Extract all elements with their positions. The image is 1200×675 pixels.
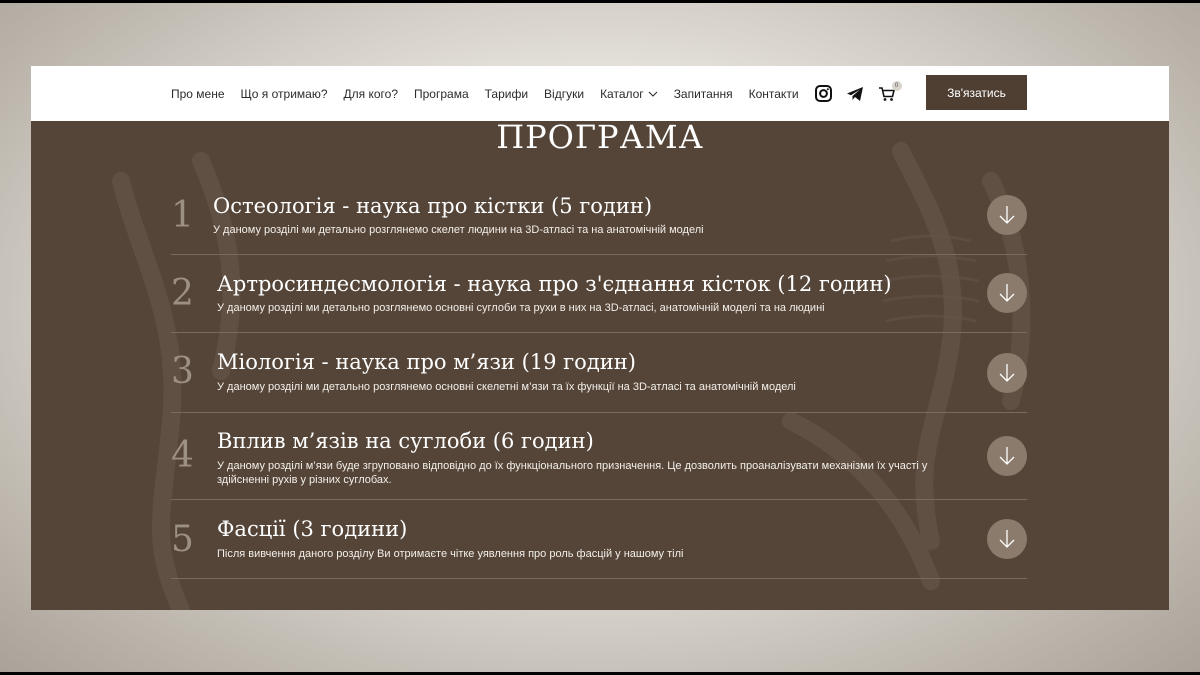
nav-item-pricing[interactable]: Тарифи xyxy=(485,87,528,101)
website-frame: Про мене Що я отримаю? Для кого? Програм… xyxy=(31,66,1169,610)
program-item[interactable]: 1 Остеологія - наука про кістки (5 годин… xyxy=(171,186,1027,255)
program-item-number: 2 xyxy=(171,273,194,314)
program-list: 1 Остеологія - наука про кістки (5 годин… xyxy=(171,186,1027,579)
site-header: Про мене Що я отримаю? Для кого? Програм… xyxy=(31,66,1169,121)
main-nav: Про мене Що я отримаю? Для кого? Програм… xyxy=(171,66,909,121)
program-item[interactable]: 3 Міологія - наука про м’язи (19 годин) … xyxy=(171,333,1027,413)
telegram-icon xyxy=(846,86,863,101)
program-item-description: У даному розділі ми детально розглянемо … xyxy=(217,381,796,393)
nav-item-catalog[interactable]: Каталог xyxy=(600,87,658,101)
program-item-number: 4 xyxy=(171,435,194,476)
nav-item-program[interactable]: Програма xyxy=(414,87,469,101)
program-item-title: Остеологія - наука про кістки (5 годин) xyxy=(213,194,653,218)
program-item-title: Фасції (3 години) xyxy=(217,517,408,541)
nav-item-benefits[interactable]: Що я отримаю? xyxy=(241,87,328,101)
program-item-description: У даному розділі ми детально розглянемо … xyxy=(217,302,825,314)
nav-item-reviews[interactable]: Відгуки xyxy=(544,87,584,101)
contact-button[interactable]: Зв'язатись xyxy=(926,75,1027,110)
program-item-number: 1 xyxy=(171,195,194,236)
nav-item-audience[interactable]: Для кого? xyxy=(344,87,398,101)
nav-item-faq[interactable]: Запитання xyxy=(674,87,733,101)
expand-toggle-button[interactable] xyxy=(987,519,1027,559)
program-item[interactable]: 5 Фасції (3 години) Після вивчення даног… xyxy=(171,500,1027,579)
program-item-description: У даному розділі м’язи буде згруповано в… xyxy=(217,460,928,487)
expand-toggle-button[interactable] xyxy=(987,436,1027,476)
instagram-icon xyxy=(814,85,832,102)
arrow-down-icon xyxy=(999,284,1015,302)
arrow-down-icon xyxy=(999,364,1015,382)
program-item[interactable]: 4 Вплив м’язів на суглоби (6 годин) У да… xyxy=(171,413,1027,500)
expand-toggle-button[interactable] xyxy=(987,273,1027,313)
arrow-down-icon xyxy=(999,447,1015,465)
program-item-title: Артросиндесмологія - наука про з'єднання… xyxy=(217,272,892,296)
nav-item-about[interactable]: Про мене xyxy=(171,87,225,101)
instagram-link[interactable] xyxy=(814,85,832,102)
expand-toggle-button[interactable] xyxy=(987,195,1027,235)
program-item-number: 5 xyxy=(171,519,194,560)
nav-item-catalog-label: Каталог xyxy=(600,86,644,101)
telegram-link[interactable] xyxy=(846,86,864,102)
program-item-number: 3 xyxy=(171,351,194,392)
expand-toggle-button[interactable] xyxy=(987,353,1027,393)
arrow-down-icon xyxy=(999,530,1015,548)
chevron-down-icon xyxy=(648,91,658,97)
program-item-title: Вплив м’язів на суглоби (6 годин) xyxy=(217,429,594,453)
cart-count-badge: 0 xyxy=(891,80,902,91)
program-item-description: У даному розділі ми детально розглянемо … xyxy=(213,224,704,236)
arrow-down-icon xyxy=(999,206,1015,224)
section-title: ПРОГРАМА xyxy=(496,118,704,156)
program-item-description: Після вивчення даного розділу Ви отримає… xyxy=(217,548,684,560)
program-item-title: Міологія - наука про м’язи (19 годин) xyxy=(217,350,636,374)
program-item[interactable]: 2 Артросиндесмологія - наука про з'єднан… xyxy=(171,255,1027,333)
cart-button[interactable]: 0 xyxy=(878,80,902,102)
nav-item-contacts[interactable]: Контакти xyxy=(749,87,799,101)
